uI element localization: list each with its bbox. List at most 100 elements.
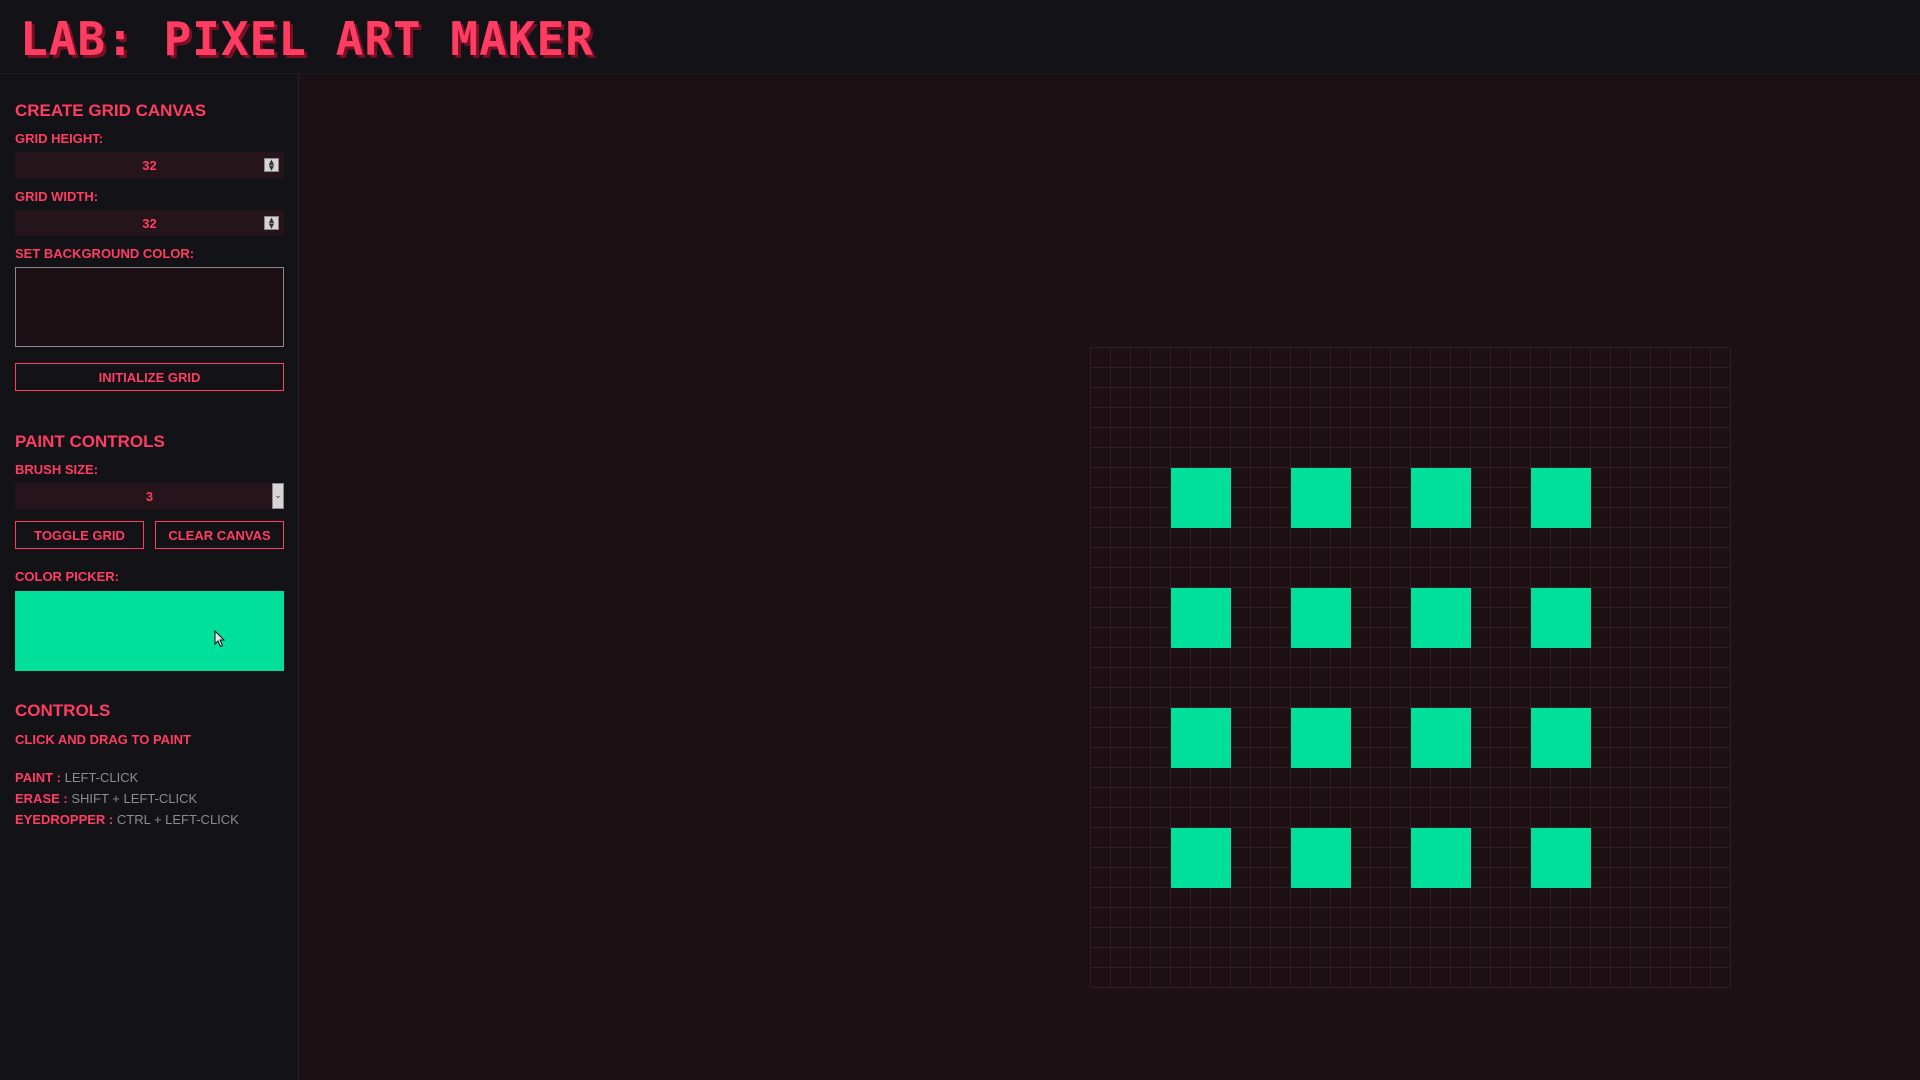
grid-pixel[interactable] xyxy=(1691,608,1711,628)
grid-pixel[interactable] xyxy=(1391,728,1411,748)
grid-pixel[interactable] xyxy=(1511,448,1531,468)
grid-pixel[interactable] xyxy=(1711,448,1731,468)
grid-pixel[interactable] xyxy=(1651,928,1671,948)
grid-pixel[interactable] xyxy=(1611,408,1631,428)
grid-pixel[interactable] xyxy=(1471,688,1491,708)
painted-pixel[interactable] xyxy=(1551,848,1571,868)
grid-pixel[interactable] xyxy=(1651,748,1671,768)
grid-pixel[interactable] xyxy=(1491,688,1511,708)
grid-pixel[interactable] xyxy=(1171,928,1191,948)
grid-pixel[interactable] xyxy=(1451,948,1471,968)
grid-pixel[interactable] xyxy=(1491,428,1511,448)
grid-pixel[interactable] xyxy=(1091,528,1111,548)
grid-pixel[interactable] xyxy=(1671,488,1691,508)
grid-pixel[interactable] xyxy=(1631,508,1651,528)
grid-pixel[interactable] xyxy=(1311,348,1331,368)
grid-pixel[interactable] xyxy=(1371,628,1391,648)
grid-pixel[interactable] xyxy=(1431,768,1451,788)
grid-pixel[interactable] xyxy=(1691,568,1711,588)
grid-pixel[interactable] xyxy=(1251,588,1271,608)
painted-pixel[interactable] xyxy=(1311,848,1331,868)
grid-pixel[interactable] xyxy=(1571,928,1591,948)
grid-pixel[interactable] xyxy=(1171,908,1191,928)
grid-pixel[interactable] xyxy=(1491,608,1511,628)
grid-pixel[interactable] xyxy=(1611,428,1631,448)
painted-pixel[interactable] xyxy=(1311,628,1331,648)
grid-pixel[interactable] xyxy=(1571,688,1591,708)
grid-pixel[interactable] xyxy=(1391,768,1411,788)
grid-pixel[interactable] xyxy=(1371,428,1391,448)
grid-pixel[interactable] xyxy=(1671,728,1691,748)
grid-pixel[interactable] xyxy=(1671,868,1691,888)
grid-pixel[interactable] xyxy=(1251,768,1271,788)
grid-pixel[interactable] xyxy=(1691,588,1711,608)
grid-pixel[interactable] xyxy=(1551,768,1571,788)
grid-pixel[interactable] xyxy=(1151,808,1171,828)
grid-pixel[interactable] xyxy=(1391,748,1411,768)
grid-pixel[interactable] xyxy=(1511,608,1531,628)
grid-pixel[interactable] xyxy=(1291,948,1311,968)
grid-pixel[interactable] xyxy=(1511,828,1531,848)
painted-pixel[interactable] xyxy=(1291,748,1311,768)
grid-pixel[interactable] xyxy=(1091,608,1111,628)
grid-pixel[interactable] xyxy=(1711,848,1731,868)
grid-pixel[interactable] xyxy=(1651,788,1671,808)
grid-pixel[interactable] xyxy=(1091,888,1111,908)
grid-pixel[interactable] xyxy=(1271,828,1291,848)
grid-pixel[interactable] xyxy=(1391,488,1411,508)
grid-pixel[interactable] xyxy=(1411,388,1431,408)
grid-pixel[interactable] xyxy=(1211,808,1231,828)
grid-pixel[interactable] xyxy=(1171,388,1191,408)
grid-pixel[interactable] xyxy=(1691,828,1711,848)
grid-pixel[interactable] xyxy=(1591,528,1611,548)
grid-pixel[interactable] xyxy=(1491,548,1511,568)
grid-pixel[interactable] xyxy=(1491,968,1511,988)
grid-pixel[interactable] xyxy=(1391,928,1411,948)
grid-pixel[interactable] xyxy=(1351,668,1371,688)
grid-pixel[interactable] xyxy=(1231,508,1251,528)
grid-pixel[interactable] xyxy=(1291,648,1311,668)
grid-pixel[interactable] xyxy=(1251,728,1271,748)
grid-pixel[interactable] xyxy=(1371,708,1391,728)
grid-pixel[interactable] xyxy=(1391,588,1411,608)
grid-pixel[interactable] xyxy=(1091,808,1111,828)
grid-pixel[interactable] xyxy=(1251,488,1271,508)
grid-pixel[interactable] xyxy=(1391,568,1411,588)
grid-pixel[interactable] xyxy=(1631,348,1651,368)
grid-pixel[interactable] xyxy=(1391,388,1411,408)
painted-pixel[interactable] xyxy=(1571,708,1591,728)
grid-pixel[interactable] xyxy=(1091,928,1111,948)
grid-pixel[interactable] xyxy=(1591,468,1611,488)
grid-pixel[interactable] xyxy=(1531,908,1551,928)
grid-pixel[interactable] xyxy=(1451,808,1471,828)
grid-pixel[interactable] xyxy=(1271,768,1291,788)
grid-pixel[interactable] xyxy=(1211,768,1231,788)
painted-pixel[interactable] xyxy=(1311,468,1331,488)
grid-pixel[interactable] xyxy=(1131,628,1151,648)
grid-pixel[interactable] xyxy=(1371,608,1391,628)
grid-pixel[interactable] xyxy=(1271,588,1291,608)
grid-pixel[interactable] xyxy=(1571,968,1591,988)
grid-pixel[interactable] xyxy=(1331,928,1351,948)
painted-pixel[interactable] xyxy=(1551,708,1571,728)
grid-pixel[interactable] xyxy=(1191,688,1211,708)
grid-pixel[interactable] xyxy=(1651,568,1671,588)
grid-pixel[interactable] xyxy=(1491,908,1511,928)
grid-pixel[interactable] xyxy=(1651,888,1671,908)
grid-pixel[interactable] xyxy=(1271,488,1291,508)
grid-pixel[interactable] xyxy=(1711,508,1731,528)
grid-pixel[interactable] xyxy=(1411,908,1431,928)
grid-pixel[interactable] xyxy=(1691,868,1711,888)
painted-pixel[interactable] xyxy=(1211,728,1231,748)
grid-pixel[interactable] xyxy=(1591,948,1611,968)
grid-pixel[interactable] xyxy=(1371,468,1391,488)
painted-pixel[interactable] xyxy=(1431,488,1451,508)
grid-pixel[interactable] xyxy=(1151,928,1171,948)
grid-pixel[interactable] xyxy=(1691,928,1711,948)
grid-pixel[interactable] xyxy=(1571,808,1591,828)
grid-pixel[interactable] xyxy=(1271,348,1291,368)
grid-pixel[interactable] xyxy=(1411,788,1431,808)
grid-pixel[interactable] xyxy=(1151,948,1171,968)
grid-pixel[interactable] xyxy=(1391,648,1411,668)
grid-pixel[interactable] xyxy=(1611,808,1631,828)
